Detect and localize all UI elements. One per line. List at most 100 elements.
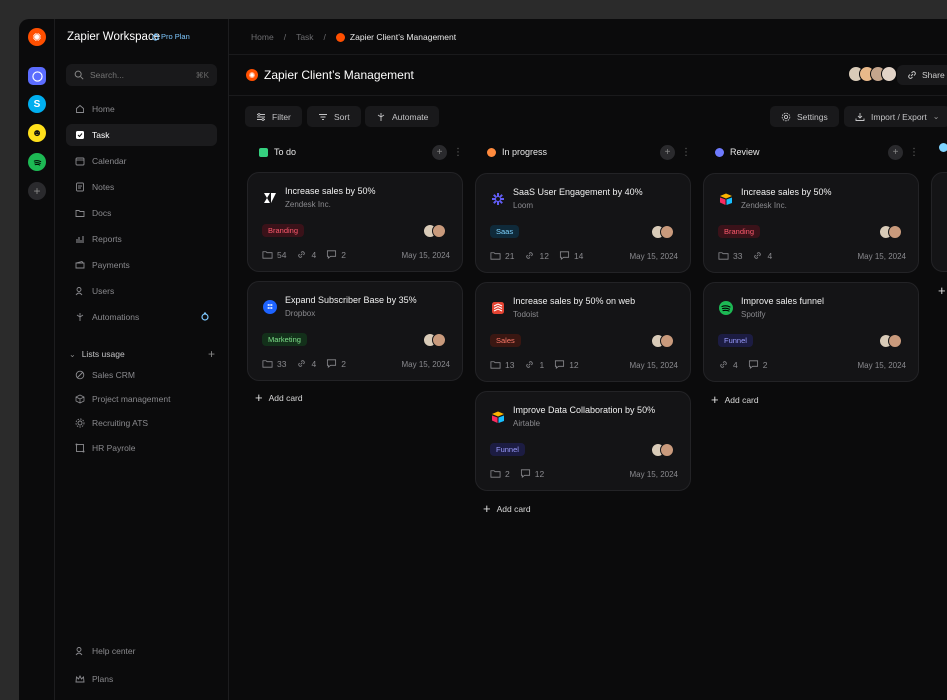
add-app-button[interactable]: + bbox=[28, 182, 46, 200]
attachments-count: 54 bbox=[262, 249, 286, 260]
add-card-label: Add card bbox=[724, 394, 759, 405]
card-tag[interactable]: Marketing bbox=[262, 333, 307, 346]
card-assignees[interactable] bbox=[423, 224, 446, 238]
task-card[interactable]: Increase sales by 50% Zendesk Inc. Brand… bbox=[703, 173, 919, 273]
add-card-button[interactable]: + Add card bbox=[711, 392, 759, 407]
breadcrumb-home[interactable]: Home bbox=[251, 32, 274, 42]
card-tag[interactable]: Funnel bbox=[718, 334, 753, 347]
card-assignees[interactable] bbox=[423, 333, 446, 347]
dropbox-logo-icon bbox=[263, 300, 277, 314]
files-count-label: 2 bbox=[505, 468, 510, 479]
folder-icon bbox=[262, 251, 273, 259]
sidebar-item-docs[interactable]: Docs bbox=[66, 202, 217, 224]
add-card-button[interactable]: + Add card bbox=[483, 501, 531, 516]
share-label: Share bbox=[922, 70, 945, 80]
card-title: Increase sales by 50% bbox=[285, 186, 376, 196]
add-list-button[interactable]: + bbox=[208, 347, 215, 361]
card-tag[interactable]: Saas bbox=[490, 225, 520, 238]
sidebar-item-payments[interactable]: Payments bbox=[66, 254, 217, 276]
sort-button[interactable]: Sort bbox=[307, 106, 361, 127]
pro-badge-icon bbox=[201, 312, 209, 323]
list-item-hr-payrole[interactable]: HR Payrole bbox=[66, 437, 217, 459]
linear-app-icon[interactable] bbox=[28, 67, 46, 85]
search-input[interactable] bbox=[90, 70, 190, 80]
attachments-count: 21 bbox=[490, 250, 514, 261]
card-assignees[interactable] bbox=[651, 225, 674, 239]
task-card[interactable]: Improve Data Collaboration by 50% Airtab… bbox=[475, 391, 691, 491]
more-icon[interactable]: ⋮ bbox=[679, 147, 693, 158]
list-item-label: HR Payrole bbox=[92, 443, 136, 453]
links-count: 4 bbox=[752, 250, 772, 261]
card-tag[interactable]: Sales bbox=[490, 334, 521, 347]
link-icon bbox=[754, 252, 762, 259]
sidebar-item-calendar[interactable]: Calendar bbox=[66, 150, 217, 172]
sidebar-item-label: Reports bbox=[92, 234, 122, 244]
sidebar-item-label: Docs bbox=[92, 208, 112, 218]
link-icon bbox=[526, 361, 534, 368]
workspace-title[interactable]: Zapier Workspace bbox=[67, 31, 160, 43]
settings-button[interactable]: Settings bbox=[770, 106, 839, 127]
collaborator-avatars[interactable] bbox=[848, 66, 897, 82]
plans-link[interactable]: Plans bbox=[66, 668, 217, 690]
list-item-label: Sales CRM bbox=[92, 370, 135, 380]
partial-add-card-icon[interactable]: + bbox=[938, 283, 946, 298]
links-count: 4 bbox=[296, 249, 316, 260]
sidebar-item-users[interactable]: Users bbox=[66, 280, 217, 302]
pro-plan-badge: Pro Plan bbox=[152, 32, 190, 41]
card-due-date: May 15, 2024 bbox=[401, 360, 450, 369]
breadcrumb-task[interactable]: Task bbox=[296, 32, 313, 42]
help-center-label: Help center bbox=[92, 646, 136, 656]
comments-count: 2 bbox=[748, 359, 767, 370]
column-add-button[interactable]: + bbox=[888, 144, 903, 160]
card-assignees[interactable] bbox=[651, 334, 674, 348]
sidebar-item-automations[interactable]: Automations bbox=[66, 306, 217, 328]
card-due-date: May 15, 2024 bbox=[629, 361, 678, 370]
links-count: 4 bbox=[718, 359, 738, 370]
sidebar-item-notes[interactable]: Notes bbox=[66, 176, 217, 198]
card-assignees[interactable] bbox=[651, 443, 674, 457]
search-box[interactable]: ⌘K bbox=[66, 64, 217, 86]
lists-usage-header[interactable]: ⌄ Lists usage + bbox=[69, 347, 215, 361]
skype-app-icon[interactable]: S bbox=[28, 95, 46, 113]
filter-button[interactable]: Filter bbox=[245, 106, 302, 127]
sidebar-item-reports[interactable]: Reports bbox=[66, 228, 217, 250]
task-card[interactable]: SaaS User Engagement by 40% Loom Saas 21… bbox=[475, 173, 691, 273]
download-icon bbox=[855, 112, 865, 121]
task-card[interactable]: Increase sales by 50% Zendesk Inc. Brand… bbox=[247, 172, 463, 272]
column-header: In progress + ⋮ bbox=[475, 144, 693, 160]
card-tag[interactable]: Funnel bbox=[490, 443, 525, 456]
automate-button[interactable]: Automate bbox=[365, 106, 440, 127]
breadcrumb-current[interactable]: Zapier Client’s Management bbox=[335, 32, 456, 42]
list-item-sales-crm[interactable]: Sales CRM bbox=[66, 364, 217, 386]
column-in-progress: In progress + ⋮ bbox=[475, 144, 693, 160]
card-tag[interactable]: Branding bbox=[262, 224, 305, 237]
spotify-app-icon[interactable] bbox=[28, 153, 46, 171]
task-card[interactable]: Expand Subscriber Base by 35% Dropbox Ma… bbox=[247, 281, 463, 381]
card-assignees[interactable] bbox=[879, 225, 902, 239]
add-card-button[interactable]: + Add card bbox=[255, 390, 303, 405]
card-meta: 42 bbox=[718, 359, 767, 370]
import-export-button[interactable]: Import / Export ⌄ bbox=[844, 106, 947, 127]
card-title: Expand Subscriber Base by 35% bbox=[285, 295, 417, 305]
more-icon[interactable]: ⋮ bbox=[907, 147, 921, 158]
links-count: 12 bbox=[524, 250, 549, 261]
list-item-recruiting-ats[interactable]: Recruiting ATS bbox=[66, 412, 217, 434]
mailchimp-app-icon[interactable]: ☻ bbox=[28, 124, 46, 142]
chevron-down-icon: ⌄ bbox=[69, 349, 76, 359]
sidebar-item-task[interactable]: Task bbox=[66, 124, 217, 146]
sidebar-item-home[interactable]: Home bbox=[66, 98, 217, 120]
card-tag[interactable]: Branding bbox=[718, 225, 761, 238]
zapier-app-icon[interactable]: ✺ bbox=[28, 28, 46, 46]
card-assignees[interactable] bbox=[879, 334, 902, 348]
links-count: 1 bbox=[524, 359, 544, 370]
column-add-button[interactable]: + bbox=[660, 144, 675, 160]
help-center-link[interactable]: Help center bbox=[66, 640, 217, 662]
task-card[interactable]: Increase sales by 50% on web Todoist Sal… bbox=[475, 282, 691, 382]
share-button[interactable]: Share bbox=[897, 65, 947, 85]
link-icon bbox=[720, 361, 727, 368]
comment-icon bbox=[748, 360, 758, 370]
list-item-project-management[interactable]: Project management bbox=[66, 388, 217, 410]
more-icon[interactable]: ⋮ bbox=[451, 147, 465, 158]
column-add-button[interactable]: + bbox=[432, 144, 447, 160]
task-card[interactable]: Improve sales funnel Spotify Funnel 42 M… bbox=[703, 282, 919, 382]
